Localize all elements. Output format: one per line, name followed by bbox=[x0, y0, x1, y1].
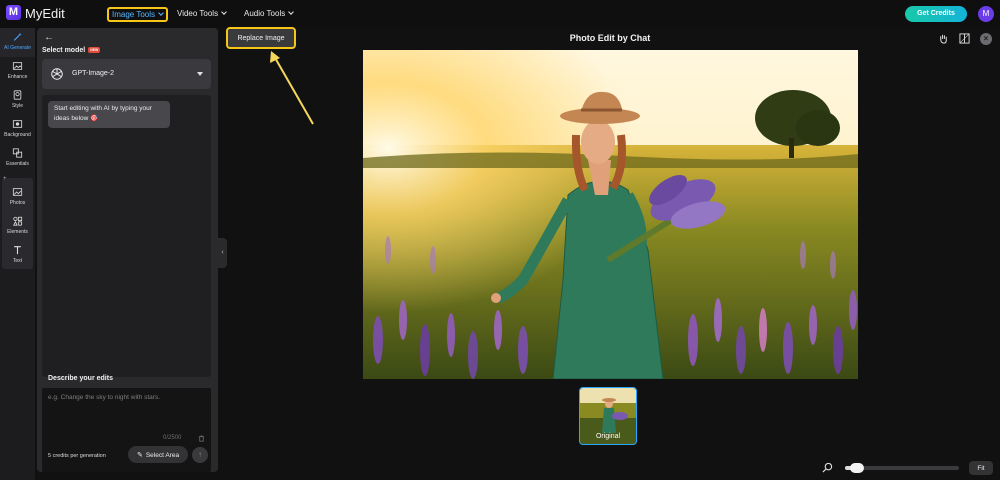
edit-input-box: 0/2500 5 credits per generation ✎Select … bbox=[42, 388, 211, 472]
photo-icon bbox=[12, 188, 23, 196]
rail-item-ai-generate[interactable]: AI Generate bbox=[0, 28, 35, 57]
rail-item-elements[interactable]: Elements bbox=[0, 212, 35, 241]
nav-video-tools[interactable]: Video Tools bbox=[177, 9, 227, 18]
top-bar: M MyEdit Image Tools Video Tools Audio T… bbox=[0, 0, 1000, 28]
annotation-arrow bbox=[270, 51, 314, 125]
chevron-down-icon bbox=[158, 10, 164, 16]
original-thumbnail[interactable]: Original bbox=[579, 387, 637, 445]
rail-item-label: Essentials bbox=[6, 161, 29, 167]
thumbnail-label: Original bbox=[595, 433, 621, 440]
compare-icon[interactable] bbox=[959, 33, 970, 44]
send-button[interactable]: ↑ bbox=[192, 447, 208, 463]
rail-item-style[interactable]: Style bbox=[0, 86, 35, 115]
rail-item-label: Style bbox=[11, 103, 24, 109]
new-badge: NEW bbox=[88, 47, 101, 53]
replace-image-button[interactable]: Replace Image bbox=[226, 27, 296, 49]
close-icon[interactable]: × bbox=[980, 33, 992, 45]
back-arrow-icon[interactable]: ← bbox=[44, 32, 54, 43]
fit-button[interactable]: Fit bbox=[969, 461, 993, 475]
image-enhance-icon bbox=[12, 62, 23, 70]
nav-audio-tools-label: Audio Tools bbox=[244, 9, 286, 18]
ai-edit-panel: ← Select model NEW GPT-Image-2 Start edit… bbox=[37, 28, 218, 472]
hand-icon[interactable] bbox=[938, 33, 949, 44]
brand-name[interactable]: MyEdit bbox=[25, 6, 65, 21]
canvas-title: Photo Edit by Chat bbox=[569, 33, 651, 43]
rail-item-essentials[interactable]: Essentials bbox=[0, 144, 35, 173]
assistant-bubble: Start editing with AI by typing your ide… bbox=[48, 101, 170, 128]
arrow-up-icon: ↑ bbox=[198, 450, 202, 459]
shapes-icon bbox=[13, 216, 23, 226]
rail-item-enhance[interactable]: Enhance bbox=[0, 57, 35, 86]
chat-area: Start editing with AI by typing your ide… bbox=[42, 95, 211, 377]
select-area-button[interactable]: ✎ Select Area bbox=[128, 446, 188, 463]
zoom-slider-handle[interactable] bbox=[850, 463, 864, 473]
rail-item-label: AI Generate bbox=[4, 45, 31, 51]
rail-item-label: Elements bbox=[7, 229, 28, 235]
edit-prompt-input[interactable] bbox=[48, 394, 198, 418]
chevron-down-icon bbox=[221, 9, 227, 15]
style-icon bbox=[13, 90, 22, 100]
myedit-logo[interactable]: M bbox=[6, 5, 21, 20]
credits-note: 5 credits per generation bbox=[48, 453, 106, 459]
rail-item-text[interactable]: Text bbox=[0, 241, 35, 270]
char-counter: 0/2500 bbox=[163, 435, 182, 441]
photo-illustration bbox=[363, 50, 858, 379]
rail-item-background[interactable]: Background bbox=[0, 115, 35, 144]
nav-video-tools-label: Video Tools bbox=[177, 9, 219, 18]
left-rail: AI Generate Enhance Style Background Ess… bbox=[0, 28, 35, 480]
model-dropdown[interactable]: GPT-Image-2 bbox=[42, 59, 211, 89]
nav-image-tools[interactable]: Image Tools bbox=[107, 7, 168, 22]
rail-item-label: Enhance bbox=[7, 74, 28, 80]
get-credits-button[interactable]: Get Credits bbox=[905, 6, 967, 22]
chevron-down-icon bbox=[288, 9, 295, 15]
rail-item-label: Photos bbox=[9, 200, 26, 206]
nav-image-tools-label: Image Tools bbox=[112, 10, 155, 19]
select-model-label: Select model bbox=[42, 47, 86, 54]
trash-icon[interactable] bbox=[198, 435, 205, 442]
avatar[interactable]: M bbox=[978, 6, 994, 22]
chevron-left-icon: ‹ bbox=[221, 249, 224, 256]
collapse-panel-tab[interactable]: ‹ bbox=[218, 238, 227, 268]
select-area-label: Select Area bbox=[145, 451, 180, 459]
plus-icon: + bbox=[3, 176, 7, 182]
describe-edits-label: Describe your edits bbox=[48, 375, 113, 382]
rail-item-photos[interactable]: Photos bbox=[0, 183, 35, 212]
rail-item-label: Text bbox=[12, 258, 23, 264]
rail-item-label: Background bbox=[4, 132, 31, 138]
nav-audio-tools[interactable]: Audio Tools bbox=[244, 9, 295, 18]
background-icon bbox=[12, 120, 23, 128]
caret-down-icon bbox=[197, 72, 203, 76]
model-name: GPT-Image-2 bbox=[72, 70, 115, 77]
magic-wand-icon bbox=[13, 32, 22, 41]
essentials-icon bbox=[12, 148, 23, 158]
select-model-heading: Select model NEW bbox=[42, 47, 101, 54]
edited-photo bbox=[363, 50, 858, 379]
search-icon[interactable] bbox=[822, 462, 833, 473]
text-icon bbox=[14, 246, 21, 255]
pen-icon: ✎ bbox=[136, 451, 143, 459]
openai-logo-icon bbox=[51, 68, 63, 80]
